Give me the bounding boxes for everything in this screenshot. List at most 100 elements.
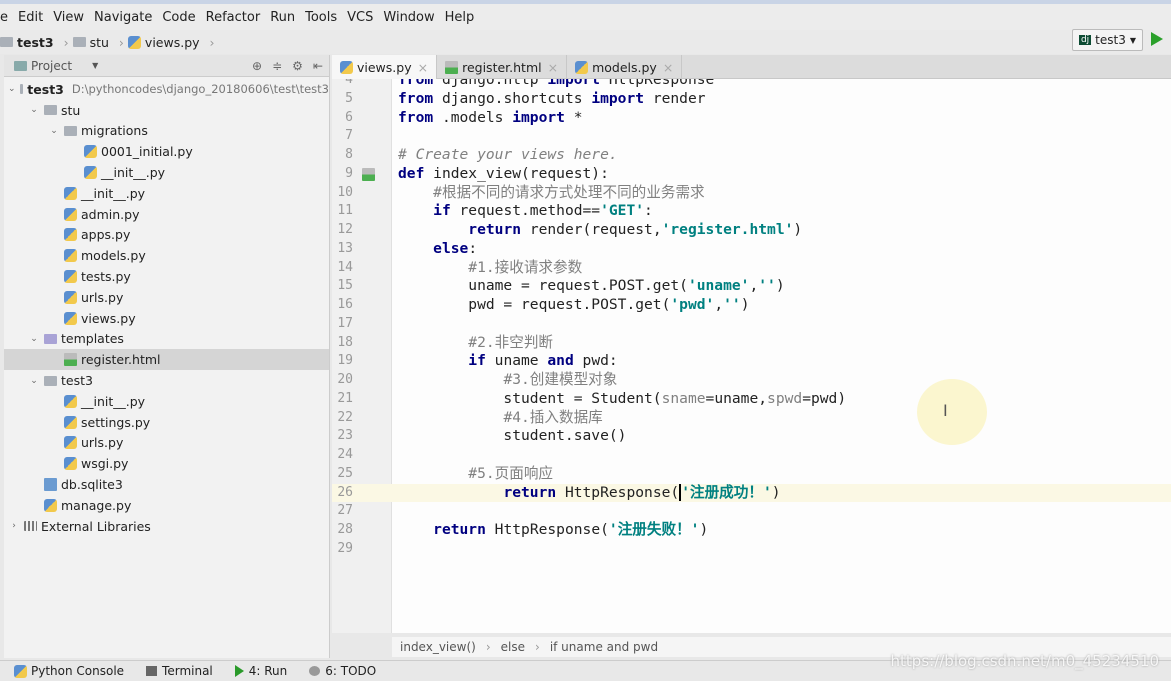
line-number: 4: [345, 79, 353, 87]
collapse-all-icon[interactable]: ≑: [272, 59, 282, 73]
menu-help[interactable]: Help: [445, 10, 475, 25]
tree-item[interactable]: ⌄ stu: [4, 100, 329, 121]
line-number: 16: [337, 297, 353, 312]
menu-window[interactable]: Window: [383, 10, 434, 25]
code-token: request.method==: [459, 202, 601, 220]
tree-item[interactable]: admin.py: [4, 204, 329, 225]
close-tab-icon[interactable]: ×: [418, 60, 428, 75]
tree-item[interactable]: register.html: [4, 349, 329, 371]
tree-item-label: wsgi.py: [81, 456, 129, 472]
code-line: 12 return render(request,'register.html'…: [332, 221, 1171, 240]
tree-item-label: 0001_initial.py: [101, 144, 193, 160]
run-button[interactable]: [1151, 32, 1163, 46]
menu-code[interactable]: Code: [162, 10, 195, 25]
tree-item[interactable]: ⌄ test3: [4, 370, 329, 391]
tree-item[interactable]: urls.py: [4, 287, 329, 308]
code-token: #1.接收请求参数: [468, 258, 583, 276]
tree-item[interactable]: ⌄ templates: [4, 329, 329, 350]
code-token: uname: [494, 352, 548, 370]
code-text: from .models import *: [398, 109, 583, 128]
tab-models-py[interactable]: models.py ×: [567, 55, 683, 79]
tool-window-terminal[interactable]: Terminal: [146, 664, 213, 678]
line-number: 19: [337, 353, 353, 369]
menu-tools[interactable]: Tools: [305, 10, 337, 25]
tree-item-label: views.py: [81, 310, 136, 326]
run-configuration-select[interactable]: dj test3 ▼: [1071, 29, 1143, 51]
tree-item[interactable]: ⌄ test3 D:\pythoncodes\django_20180606\tes…: [4, 79, 329, 100]
tree-item[interactable]: tests.py: [4, 266, 329, 287]
tree-item[interactable]: › External Libraries: [4, 516, 329, 537]
python-icon: [14, 664, 27, 678]
code-token: #3.创建模型对象: [503, 371, 618, 388]
hide-panel-icon[interactable]: ⇤: [313, 59, 323, 73]
code-token: =pwd): [802, 389, 847, 407]
tree-item[interactable]: __init__.py: [4, 162, 329, 183]
code-token: ): [699, 521, 709, 538]
menu-run[interactable]: Run: [270, 10, 295, 25]
tree-item[interactable]: views.py: [4, 308, 329, 329]
related-template-icon[interactable]: [362, 167, 375, 181]
crumb-else[interactable]: else: [501, 640, 525, 654]
expand-arrow-icon: ⌄: [30, 333, 38, 344]
python-file-icon: [64, 228, 77, 242]
code-line: 19 if uname and pwd:: [332, 352, 1171, 371]
tab-label: models.py: [592, 59, 657, 75]
breadcrumb-project[interactable]: test3: [0, 35, 54, 50]
code-token: if: [468, 352, 495, 370]
close-tab-icon[interactable]: ×: [548, 60, 558, 75]
menu-vcs[interactable]: VCS: [347, 10, 373, 25]
tab-register-html[interactable]: register.html ×: [437, 55, 568, 79]
code-token: 'uname': [687, 277, 750, 295]
tree-item[interactable]: urls.py: [4, 433, 329, 454]
close-tab-icon[interactable]: ×: [663, 60, 673, 75]
tool-window-label: 4: Run: [248, 664, 288, 678]
code-token: def: [398, 164, 434, 182]
tool-window-todo[interactable]: 6: TODO: [309, 664, 376, 678]
project-view-select[interactable]: Project: [31, 59, 72, 73]
menu-navigate[interactable]: Navigate: [94, 10, 152, 25]
code-token: ,: [714, 296, 724, 313]
tree-item-label: admin.py: [81, 206, 140, 222]
tool-window-run[interactable]: 4: Run: [234, 664, 288, 678]
line-number: 22: [337, 409, 353, 425]
tree-item[interactable]: settings.py: [4, 412, 329, 433]
code-text: # Create your views here.: [398, 146, 618, 165]
tree-item[interactable]: 0001_initial.py: [4, 141, 329, 162]
menu-edit[interactable]: Edit: [18, 10, 43, 25]
code-text: from django.shortcuts import render: [398, 90, 706, 109]
tree-item[interactable]: ⌄ migrations: [4, 121, 329, 142]
tool-window-pythonconsole[interactable]: Python Console: [14, 664, 124, 678]
tree-item[interactable]: db.sqlite3: [4, 474, 329, 495]
tree-item-label: External Libraries: [41, 518, 151, 534]
tree-item[interactable]: wsgi.py: [4, 453, 329, 474]
code-token: from: [398, 89, 442, 107]
crumb-function[interactable]: index_view(): [400, 640, 476, 654]
tree-item[interactable]: models.py: [4, 245, 329, 266]
menu-e[interactable]: e: [0, 10, 8, 25]
project-panel-header: Project ▼ ⊕ ≑ ⚙ ⇤: [4, 55, 329, 77]
tree-item-label: db.sqlite3: [61, 477, 123, 493]
code-token: #根据不同的请求方式处理不同的业务需求: [433, 183, 705, 201]
tree-item[interactable]: __init__.py: [4, 391, 329, 412]
code-token: sname: [661, 389, 706, 407]
gear-icon[interactable]: ⚙: [292, 59, 303, 73]
menu-view[interactable]: View: [53, 10, 84, 25]
tree-item[interactable]: apps.py: [4, 225, 329, 246]
code-editor[interactable]: 4 from django.http import HttpResponse 5 fr…: [332, 79, 1171, 633]
tree-item[interactable]: manage.py: [4, 495, 329, 516]
library-icon: [24, 521, 37, 532]
tab-views-py[interactable]: views.py ×: [332, 55, 438, 79]
line-number: 7: [345, 128, 353, 144]
code-line: 23 student.save(): [332, 427, 1171, 446]
code-token: =uname,: [705, 389, 768, 407]
crumb-if[interactable]: if uname and pwd: [550, 640, 658, 654]
locate-icon[interactable]: ⊕: [252, 59, 262, 73]
breadcrumb-folder[interactable]: stu: [72, 35, 109, 50]
menu-refactor[interactable]: Refactor: [206, 10, 261, 25]
breadcrumb-file[interactable]: views.py: [127, 35, 200, 50]
tree-item[interactable]: __init__.py: [4, 183, 329, 204]
